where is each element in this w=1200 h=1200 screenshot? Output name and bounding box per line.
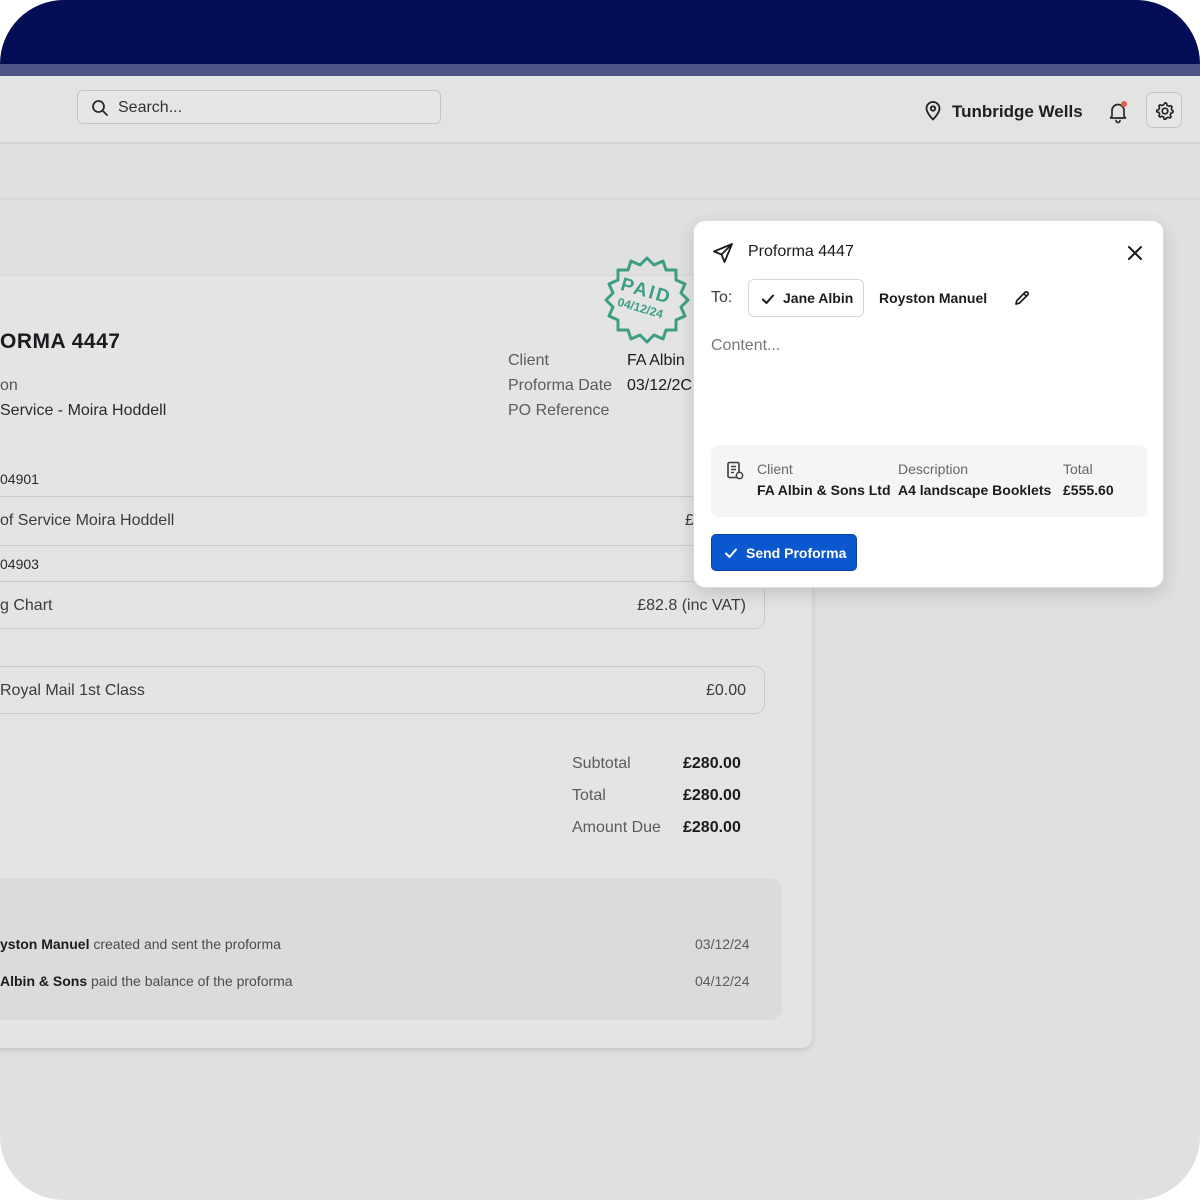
recipient-name: Jane Albin — [783, 290, 854, 306]
to-label: To: — [711, 289, 733, 306]
send-proforma-button[interactable]: Send Proforma — [711, 534, 857, 571]
activity-date: 04/12/24 — [695, 973, 750, 989]
client-label: Client — [508, 352, 549, 369]
search-input[interactable]: Search... — [77, 90, 441, 124]
summary-description-label: Description — [898, 461, 969, 477]
document-icon — [727, 461, 744, 480]
line-item-row[interactable]: Royal Mail 1st Class £0.00 — [0, 666, 765, 714]
notification-dot — [1121, 101, 1127, 107]
send-proforma-label: Send Proforma — [746, 545, 847, 561]
gear-icon — [1156, 102, 1174, 120]
search-placeholder: Search... — [118, 99, 183, 116]
proforma-title: ORMA 4447 — [0, 330, 121, 353]
total-value: £280.00 — [683, 787, 741, 804]
paper-plane-icon — [713, 243, 733, 263]
close-icon[interactable] — [1125, 243, 1145, 263]
document-subtitle-value: Service - Moira Hoddell — [0, 402, 167, 419]
line-item-row[interactable]: g Chart £82.8 (inc VAT) — [0, 581, 765, 629]
recipient-option[interactable]: Royston Manuel — [879, 290, 987, 306]
activity-date: 03/12/24 — [695, 936, 750, 952]
amount-due-value: £280.00 — [683, 819, 741, 836]
activity-actor: Albin & Sons — [0, 973, 88, 989]
paid-stamp: PAID 04/12/24 — [600, 255, 694, 349]
item-reference: 04901 — [0, 471, 39, 487]
proforma-date-label: Proforma Date — [508, 377, 613, 394]
divider — [0, 496, 695, 497]
item-reference: 04903 — [0, 556, 39, 572]
check-icon — [762, 294, 774, 304]
item-price: £0.00 — [705, 682, 746, 699]
item-name: of Service Moira Hoddell — [0, 512, 175, 529]
client-value: FA Albin — [627, 352, 685, 369]
item-price: £82.8 (inc VAT) — [637, 597, 746, 614]
summary-total-value: £555.60 — [1063, 482, 1114, 498]
activity-actor: yston Manuel — [0, 936, 90, 952]
sub-toolbar — [0, 144, 1200, 200]
po-reference-label: PO Reference — [508, 402, 610, 419]
activity-action: paid the balance of the proforma — [91, 973, 293, 989]
summary-client-label: Client — [757, 461, 793, 477]
location-pin-icon — [925, 101, 941, 121]
check-icon — [725, 548, 737, 558]
summary-total-label: Total — [1063, 461, 1093, 477]
document-subtitle-label: on — [0, 377, 18, 394]
content-textarea[interactable]: Content... — [711, 337, 780, 355]
recipient-chip-selected[interactable]: Jane Albin — [748, 279, 864, 317]
notifications-button[interactable] — [1106, 100, 1130, 124]
item-name: Royal Mail 1st Class — [0, 682, 145, 699]
activity-entry: Albin & Sons paid the balance of the pro… — [0, 973, 293, 989]
activity-action: created and sent the proforma — [93, 936, 281, 952]
subtotal-label: Subtotal — [572, 755, 631, 772]
proforma-summary: Client FA Albin & Sons Ltd Description A… — [711, 445, 1147, 517]
settings-button[interactable] — [1146, 92, 1182, 128]
summary-description-value: A4 landscape Booklets — [898, 482, 1052, 498]
top-bar — [0, 0, 1200, 64]
total-label: Total — [572, 787, 606, 804]
pencil-icon[interactable] — [1012, 288, 1032, 308]
modal-title: Proforma 4447 — [748, 243, 854, 260]
proforma-date-value: 03/12/2C — [627, 377, 692, 394]
search-icon — [92, 100, 108, 116]
item-name: g Chart — [0, 597, 53, 614]
header: Search... Tunbridge Wells — [0, 76, 1200, 144]
activity-entry: yston Manuel created and sent the profor… — [0, 936, 281, 952]
top-bar-stripe — [0, 64, 1200, 76]
divider — [0, 545, 695, 546]
subtotal-value: £280.00 — [683, 755, 741, 772]
app-window: Search... Tunbridge Wells ORMA 4447 on S… — [0, 0, 1200, 1200]
location-label: Tunbridge Wells — [952, 102, 1083, 121]
send-proforma-modal: Proforma 4447 To: Jane Albin Royston Man… — [693, 220, 1164, 588]
summary-client-value: FA Albin & Sons Ltd — [757, 482, 891, 498]
amount-due-label: Amount Due — [572, 819, 661, 836]
